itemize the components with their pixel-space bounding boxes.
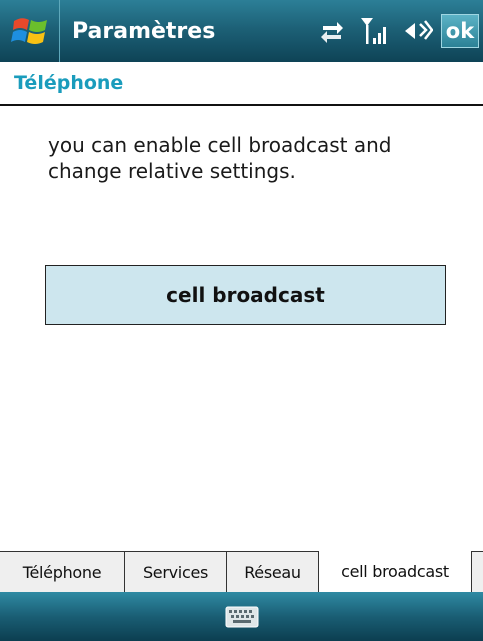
windows-start-icon <box>10 18 47 44</box>
tab-cell-broadcast[interactable]: cell broadcast <box>319 551 472 592</box>
cell-broadcast-button[interactable]: cell broadcast <box>45 265 446 325</box>
tab-reseau[interactable]: Réseau <box>227 552 319 592</box>
signal-strength-icon[interactable] <box>359 16 389 46</box>
tab-bar: Téléphone Services Réseau cell broadcast <box>0 551 483 592</box>
keyboard-icon[interactable] <box>225 606 259 628</box>
description-text: you can enable cell broadcast and change… <box>48 133 392 183</box>
section-header: Téléphone <box>0 62 483 106</box>
start-button[interactable] <box>0 0 60 62</box>
status-icons <box>319 12 433 50</box>
data-connection-icon[interactable] <box>319 18 345 44</box>
bottom-bar <box>0 592 483 641</box>
screen: Paramètres ok Téléphone you can enable c… <box>0 0 483 641</box>
window-title: Paramètres <box>72 18 216 44</box>
section-header-label: Téléphone <box>14 72 124 94</box>
tab-telephone[interactable]: Téléphone <box>0 552 125 592</box>
tab-bar-filler <box>472 552 483 592</box>
ok-button[interactable]: ok <box>441 14 479 48</box>
volume-icon[interactable] <box>403 17 433 45</box>
title-bar: Paramètres ok <box>0 0 483 62</box>
tab-services[interactable]: Services <box>125 552 227 592</box>
